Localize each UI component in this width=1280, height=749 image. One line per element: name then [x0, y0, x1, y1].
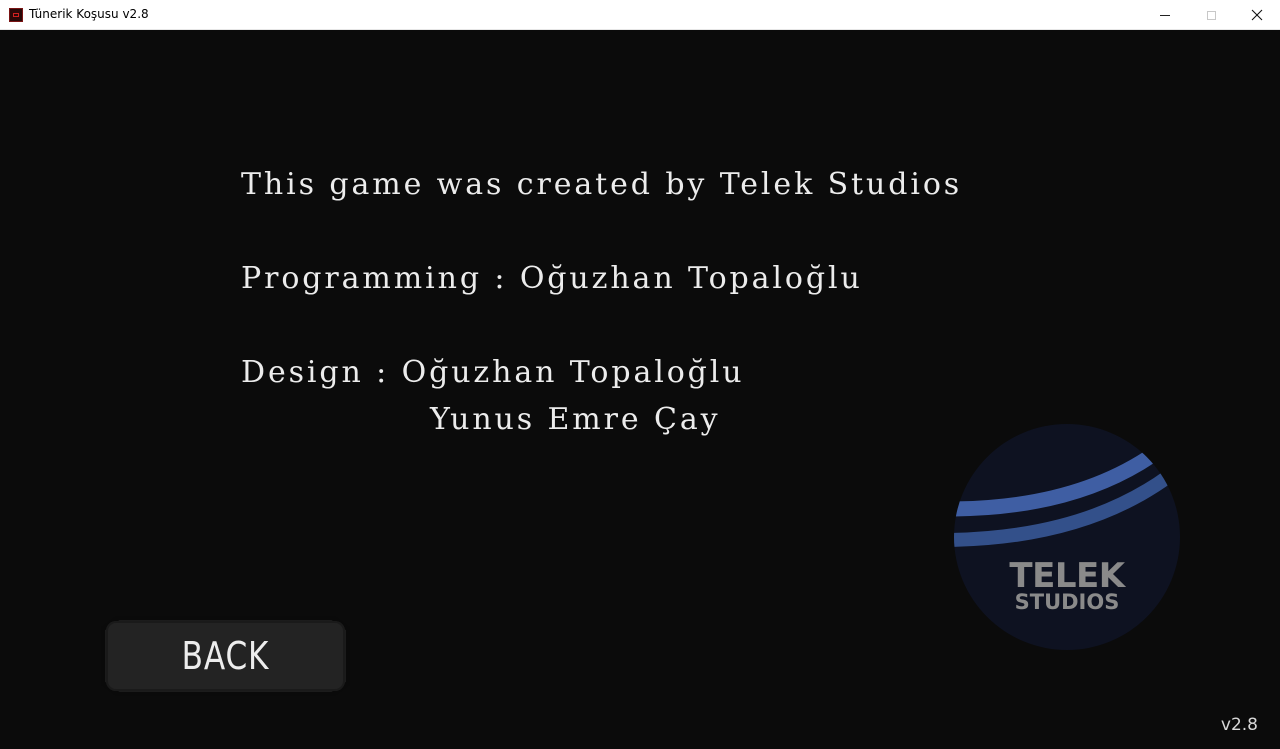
credits-studio-line: This game was created by Telek Studios: [241, 167, 963, 202]
app-icon: [9, 8, 23, 22]
game-canvas: This game was created by Telek Studios P…: [0, 30, 1280, 749]
window-title: Tünerik Koşusu v2.8: [29, 7, 149, 21]
credits-design-line-2: Yunus Emre Çay: [430, 402, 721, 437]
credits-programming-line: Programming : Oğuzhan Topaloğlu: [241, 261, 863, 296]
back-button-label: BACK: [181, 634, 270, 678]
minimize-button[interactable]: [1142, 0, 1188, 30]
version-label: v2.8: [1220, 715, 1258, 735]
logo-text-studios: STUDIOS: [1014, 590, 1120, 614]
maximize-button[interactable]: [1188, 0, 1234, 30]
maximize-icon: [1206, 10, 1216, 20]
logo-stripes: [954, 447, 1174, 547]
back-button[interactable]: BACK: [101, 616, 350, 696]
credits-design-line: Design : Oğuzhan Topaloğlu: [241, 355, 745, 390]
minimize-icon: [1160, 14, 1170, 16]
window-title-bar: Tünerik Koşusu v2.8: [0, 0, 1280, 30]
close-icon: [1251, 9, 1263, 21]
telek-studios-logo: TELEK STUDIOS: [954, 424, 1180, 650]
close-button[interactable]: [1234, 0, 1280, 30]
